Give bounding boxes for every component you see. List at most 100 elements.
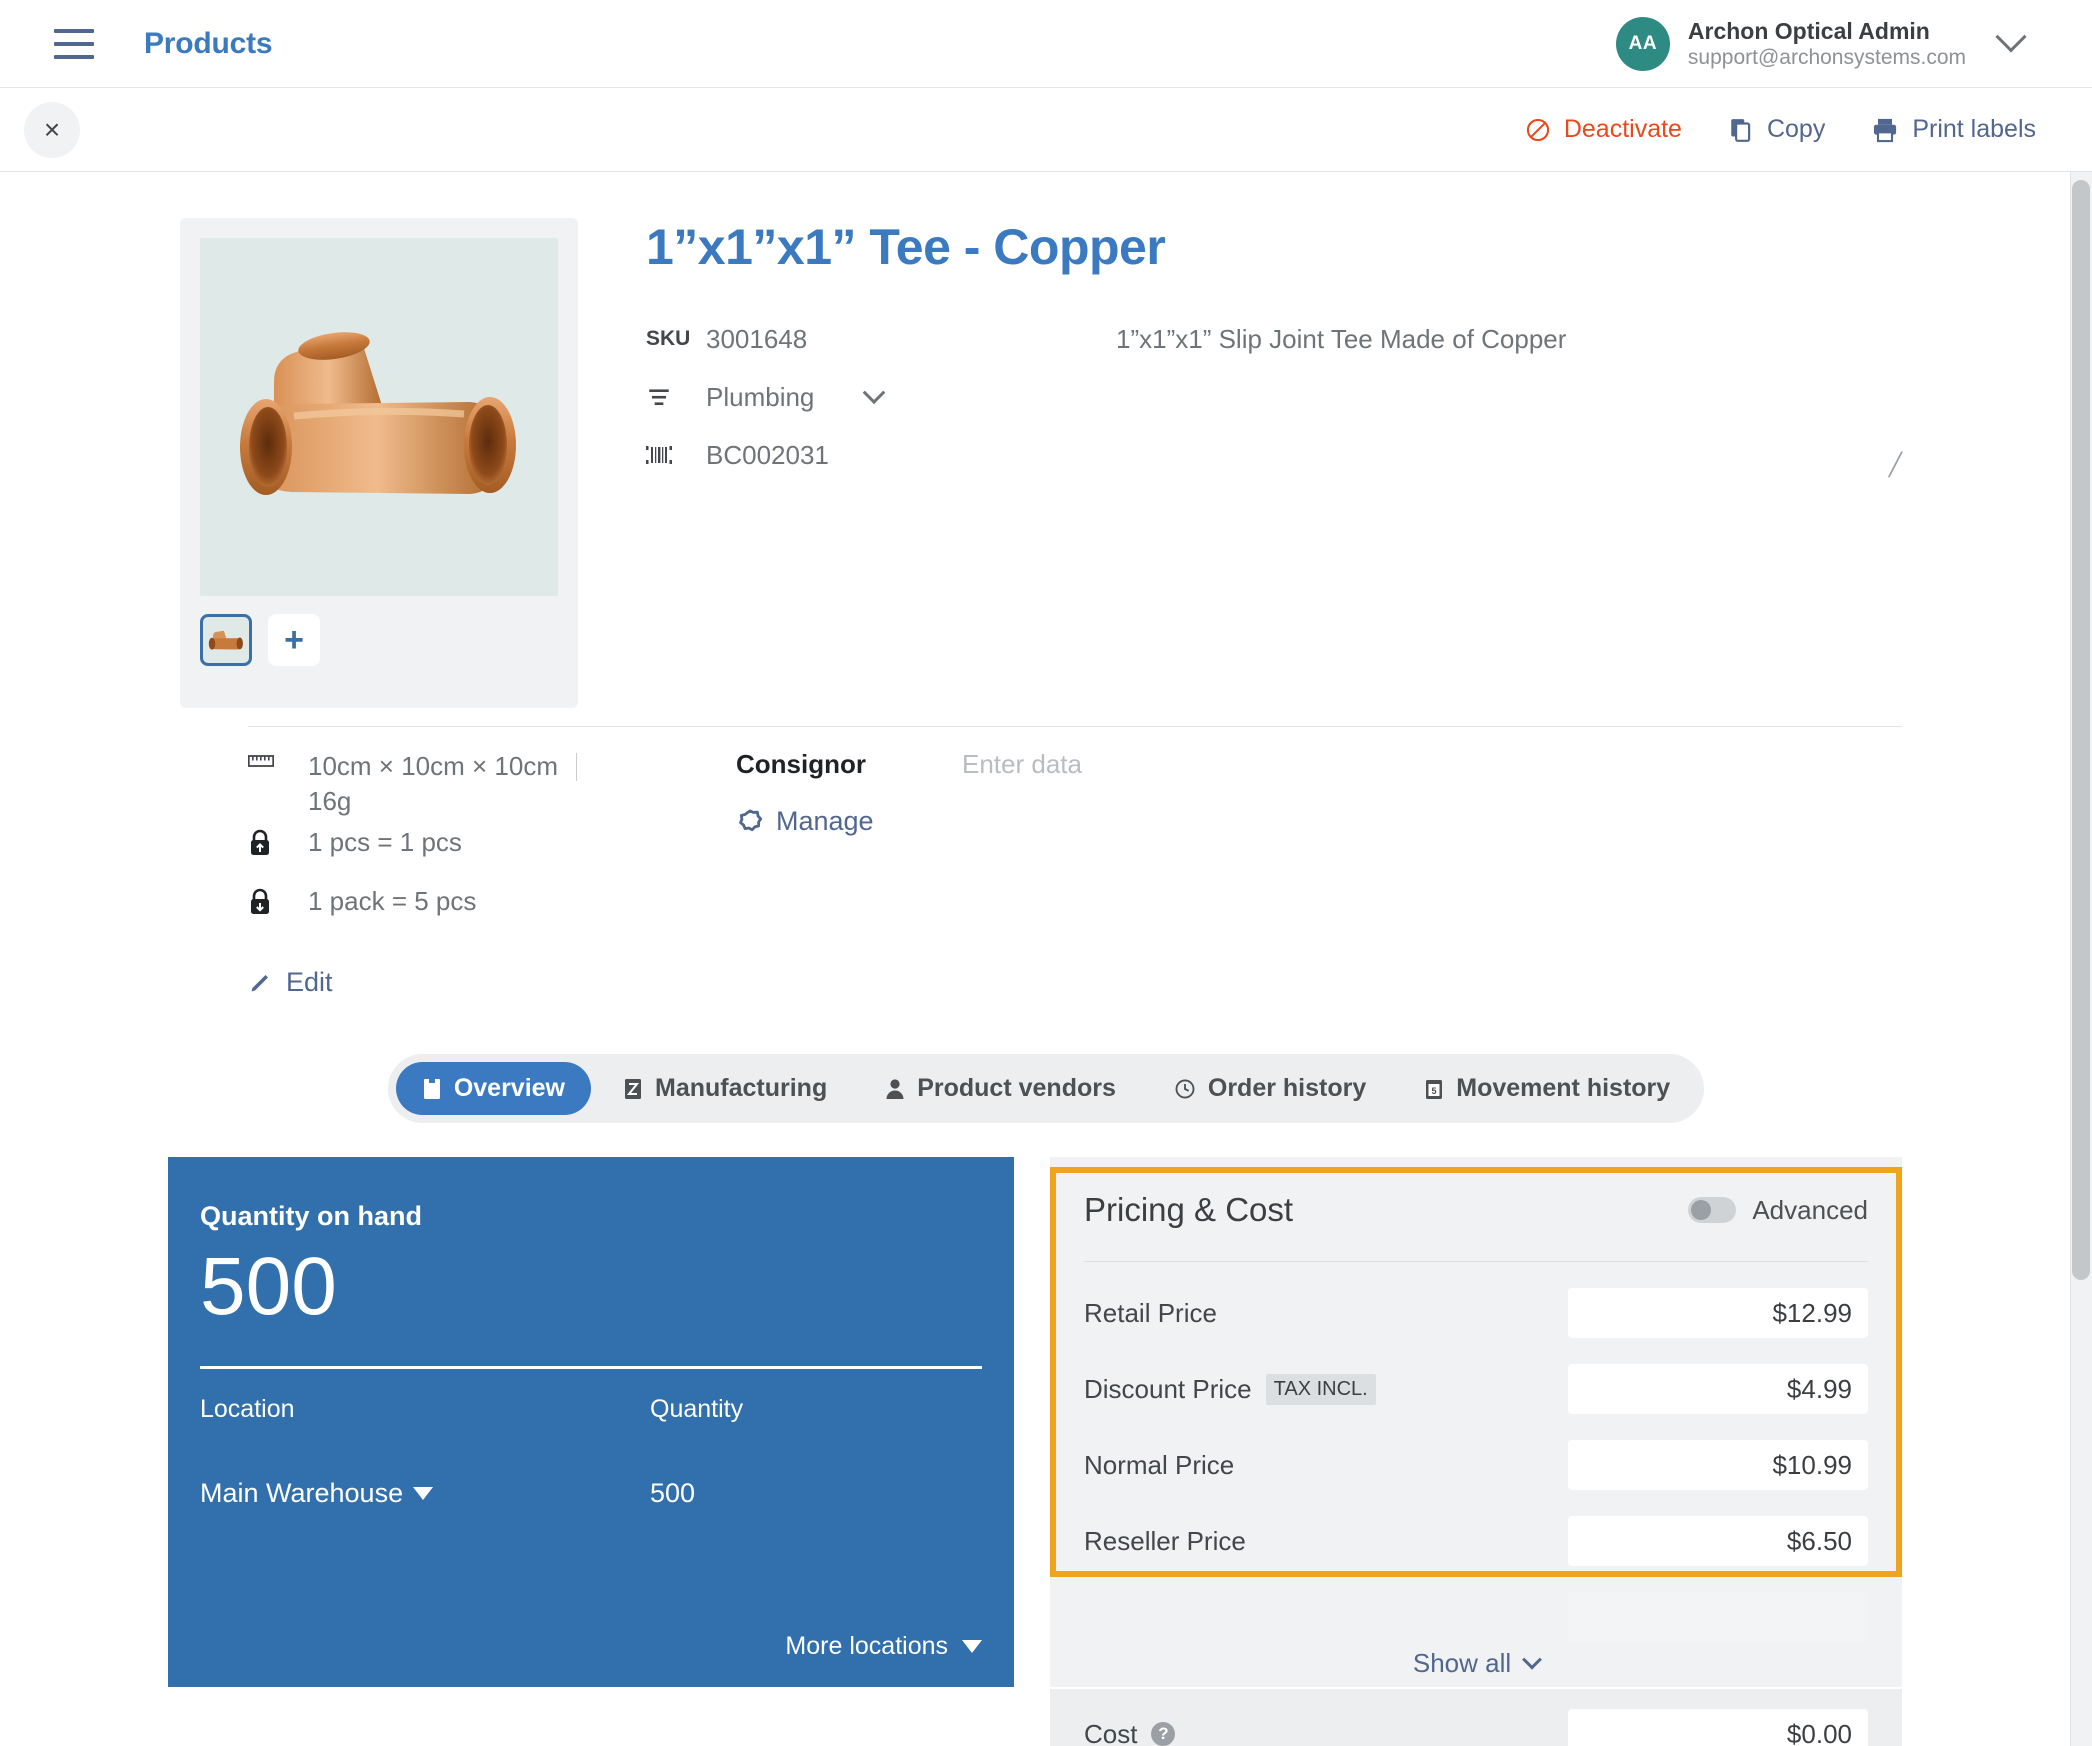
action-buttons: Deactivate Copy Print labels: [1525, 115, 2036, 144]
user-name: Archon Optical Admin: [1687, 17, 1930, 44]
barcode-icon: [646, 444, 706, 466]
tab-overview[interactable]: Overview: [395, 1062, 591, 1116]
quantity-on-hand-card: Quantity on hand 500 Location Quantity M…: [168, 1157, 1014, 1688]
main-scroll-area: + 1”x1”x1” Tee - Copper SKU 3001648 Plum…: [0, 172, 2092, 1746]
discount-price-input[interactable]: $4.99: [1568, 1364, 1868, 1415]
copy-icon: [1728, 117, 1754, 143]
advanced-toggle[interactable]: Advanced: [1688, 1195, 1868, 1226]
lock-down-icon: [248, 884, 308, 921]
product-description[interactable]: 1”x1”x1” Slip Joint Tee Made of Copper: [1116, 310, 1902, 355]
tab-manufacturing-label: Manufacturing: [655, 1074, 828, 1103]
copper-tee-illustration: [240, 332, 516, 495]
cost-row: Cost ? $0.00: [1050, 1689, 1902, 1746]
tab-overview-label: Overview: [453, 1074, 565, 1103]
tab-movement-history[interactable]: 5 Movement history: [1398, 1062, 1696, 1115]
category-icon: [646, 384, 706, 410]
retail-price-input[interactable]: $12.99: [1568, 1288, 1868, 1339]
pencil-icon: [248, 971, 272, 995]
page-title: Products: [144, 26, 273, 60]
sku-label: SKU: [646, 327, 691, 350]
show-all-label: Show all: [1412, 1648, 1512, 1679]
avatar: AA: [1615, 16, 1670, 71]
uom-pack-row: 1 pack = 5 pcs: [248, 884, 718, 921]
product-info: 1”x1”x1” Tee - Copper SKU 3001648 Plumbi…: [578, 218, 2092, 708]
more-locations-label: More locations: [785, 1632, 948, 1661]
price-row-discount: Discount Price TAX INCL. $4.99: [1084, 1364, 1868, 1415]
tab-product-vendors[interactable]: Product vendors: [859, 1062, 1142, 1115]
tab-bar: Overview Manufacturing Product vendors O…: [0, 1054, 2092, 1124]
copy-button[interactable]: Copy: [1728, 115, 1825, 144]
divider: [1084, 1261, 1868, 1263]
product-image[interactable]: [200, 238, 558, 596]
chevron-down-icon: [1522, 1649, 1543, 1670]
no-entry-icon: [1525, 117, 1551, 143]
cost-input[interactable]: $0.00: [1568, 1709, 1868, 1746]
retail-price-label: Retail Price: [1084, 1297, 1217, 1328]
normal-price-input[interactable]: $10.99: [1568, 1440, 1868, 1491]
printer-icon: [1871, 116, 1899, 144]
uom-pack-value: 1 pack = 5 pcs: [308, 886, 477, 917]
quantity-total: 500: [200, 1241, 337, 1333]
toggle-switch[interactable]: [1688, 1197, 1737, 1224]
category-row[interactable]: Plumbing: [646, 368, 1116, 426]
discount-price-label: Discount Price: [1084, 1373, 1252, 1404]
user-email: support@archonsystems.com: [1687, 45, 1966, 69]
tab-movement-history-label: Movement history: [1456, 1074, 1671, 1103]
show-all-prices-button[interactable]: Show all: [1084, 1648, 1868, 1679]
barcode-value[interactable]: BC002031: [706, 440, 829, 471]
chevron-down-icon[interactable]: [1995, 20, 2027, 52]
box-icon: [422, 1077, 442, 1101]
gear-icon: [736, 808, 764, 836]
more-locations-button[interactable]: More locations: [785, 1632, 982, 1661]
advanced-label: Advanced: [1752, 1194, 1868, 1225]
tab-order-history[interactable]: Order history: [1148, 1062, 1392, 1115]
reseller-price-label: Reseller Price: [1084, 1525, 1246, 1556]
copy-label: Copy: [1766, 115, 1826, 143]
lock-up-icon: [248, 825, 308, 862]
user-account-menu[interactable]: AA Archon Optical Admin support@archonsy…: [1615, 16, 2027, 71]
print-labels-button[interactable]: Print labels: [1871, 115, 2036, 144]
manage-label: Manage: [776, 806, 874, 836]
pricing-header: Pricing & Cost Advanced: [1084, 1191, 1868, 1229]
sku-row: SKU 3001648: [646, 310, 1116, 368]
quantity-card-title: Quantity on hand: [200, 1201, 422, 1232]
dimensions-value: 10cm × 10cm × 10cm: [308, 751, 558, 781]
scrollbar-track[interactable]: [2070, 172, 2092, 1746]
thumbnail-strip: +: [200, 614, 558, 666]
close-icon[interactable]: ×: [24, 101, 80, 158]
pricing-card: Pricing & Cost Advanced Retail Price $12…: [1050, 1157, 1902, 1688]
location-select[interactable]: Main Warehouse: [200, 1478, 650, 1509]
deactivate-label: Deactivate: [1563, 115, 1682, 143]
calendar-icon: 5: [1424, 1077, 1444, 1101]
action-bar: × Deactivate Copy Print labels: [0, 88, 2092, 172]
copper-tee-thumb-icon: [208, 630, 243, 650]
triangle-down-icon: [962, 1640, 982, 1654]
scrollbar-thumb[interactable]: [2072, 180, 2090, 1280]
price-row-retail: Retail Price $12.99: [1084, 1288, 1868, 1339]
thumbnail-item[interactable]: [200, 614, 252, 666]
tab-product-vendors-label: Product vendors: [917, 1074, 1116, 1103]
edit-button[interactable]: Edit: [0, 927, 2092, 998]
reseller-price-input[interactable]: $6.50: [1568, 1516, 1868, 1567]
resize-handle-icon[interactable]: ╱: [1889, 452, 1902, 478]
deactivate-button[interactable]: Deactivate: [1525, 115, 1682, 144]
col-location: Location: [200, 1395, 295, 1424]
consignor-input[interactable]: Enter data: [962, 749, 1082, 780]
weight-value: 16g: [308, 786, 352, 817]
sku-value[interactable]: 3001648: [706, 324, 807, 355]
manage-button[interactable]: Manage: [736, 806, 2092, 837]
location-quantity: 500: [650, 1478, 696, 1509]
top-bar: Products AA Archon Optical Admin support…: [0, 0, 2092, 88]
edit-label: Edit: [286, 967, 333, 998]
help-icon[interactable]: ?: [1151, 1722, 1176, 1746]
chevron-down-icon[interactable]: [863, 381, 886, 405]
normal-price-label: Normal Price: [1084, 1449, 1235, 1480]
table-row: Main Warehouse 500: [200, 1478, 982, 1509]
uom-base-value: 1 pcs = 1 pcs: [308, 827, 462, 858]
consignor-row: Consignor Enter data: [736, 749, 2092, 780]
add-image-button[interactable]: +: [268, 614, 320, 666]
tab-manufacturing[interactable]: Manufacturing: [597, 1062, 853, 1115]
hamburger-icon[interactable]: [54, 28, 94, 59]
uom-base-row: 1 pcs = 1 pcs: [248, 825, 718, 862]
hidden-price-input: [1568, 1592, 1868, 1643]
